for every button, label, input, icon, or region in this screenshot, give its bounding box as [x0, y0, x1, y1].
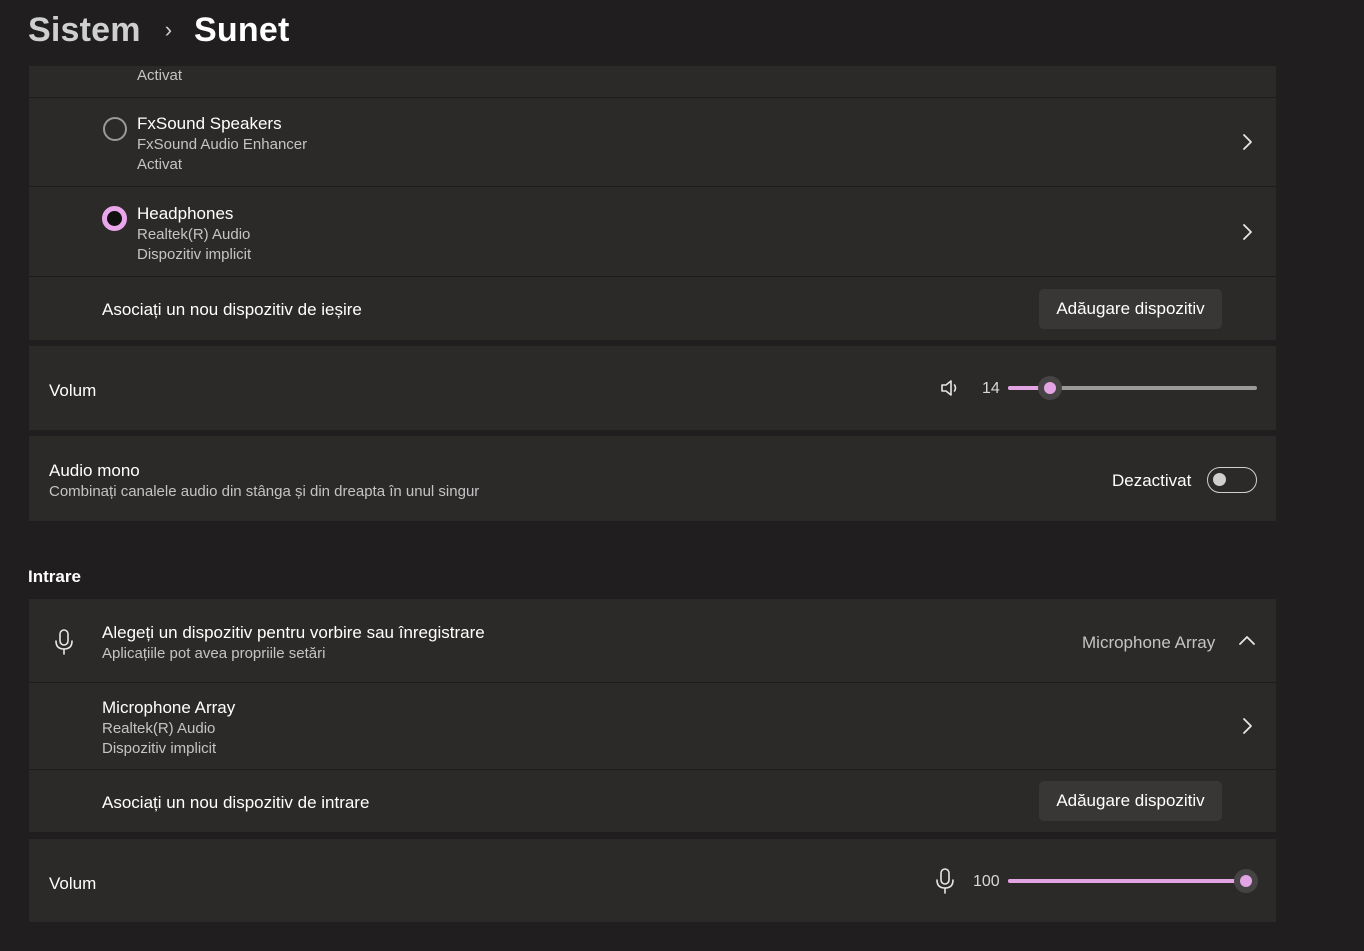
output-device-driver: FxSound Audio Enhancer [137, 136, 308, 153]
audio-mono-card [29, 436, 1276, 521]
chevron-right-icon[interactable] [1236, 131, 1258, 153]
output-device-status: Activat [137, 156, 183, 173]
microphone-icon [55, 629, 73, 655]
input-section-title: Intrare [28, 567, 81, 586]
output-device-name: Headphones [137, 204, 234, 223]
breadcrumb-parent[interactable]: Sistem [28, 11, 141, 50]
input-volume-slider-thumb[interactable] [1234, 869, 1258, 893]
breadcrumb: Sistem › Sunet [28, 8, 289, 52]
output-device-status: Dispozitiv implicit [137, 246, 252, 263]
chevron-right-icon[interactable] [1236, 715, 1258, 737]
microphone-icon[interactable] [933, 867, 957, 895]
speaker-icon[interactable] [939, 377, 961, 399]
add-output-device-button[interactable]: Adăugare dispozitiv [1039, 289, 1222, 329]
output-volume-label: Volum [49, 381, 97, 400]
partial-device-status: Activat [137, 67, 183, 84]
input-chooser-selected: Microphone Array [1082, 633, 1216, 652]
audio-mono-description: Combinați canalele audio din stânga și d… [49, 483, 480, 500]
chevron-up-icon[interactable] [1236, 630, 1258, 652]
divider [29, 769, 1276, 770]
input-device-status: Dispozitiv implicit [102, 740, 217, 757]
input-chooser-title: Alegeți un dispozitiv pentru vorbire sau… [102, 623, 485, 642]
input-device-name: Microphone Array [102, 698, 236, 717]
pair-output-device-label: Asociați un nou dispozitiv de ieșire [102, 300, 362, 319]
output-device-name: FxSound Speakers [137, 114, 282, 133]
audio-mono-title: Audio mono [49, 461, 140, 480]
input-chooser-subtitle: Aplicațiile pot avea propriile setări [102, 645, 326, 662]
audio-mono-toggle[interactable] [1207, 467, 1257, 493]
output-volume-value: 14 [982, 380, 1000, 397]
add-input-device-button[interactable]: Adăugare dispozitiv [1039, 781, 1222, 821]
output-volume-slider-thumb[interactable] [1038, 376, 1062, 400]
audio-mono-state: Dezactivat [1112, 471, 1192, 490]
input-device-driver: Realtek(R) Audio [102, 720, 216, 737]
chevron-right-icon[interactable] [1236, 221, 1258, 243]
input-volume-slider-fill [1008, 879, 1246, 883]
breadcrumb-separator-icon: › [164, 17, 173, 42]
input-volume-label: Volum [49, 874, 97, 893]
divider [29, 276, 1276, 277]
input-volume-value: 100 [973, 873, 1000, 890]
page-title: Sunet [194, 10, 290, 49]
output-device-radio-headphones[interactable] [102, 206, 127, 231]
toggle-knob [1213, 473, 1226, 486]
pair-input-device-label: Asociați un nou dispozitiv de intrare [102, 793, 370, 812]
output-device-radio-fxsound[interactable] [103, 117, 127, 141]
output-device-driver: Realtek(R) Audio [137, 226, 251, 243]
